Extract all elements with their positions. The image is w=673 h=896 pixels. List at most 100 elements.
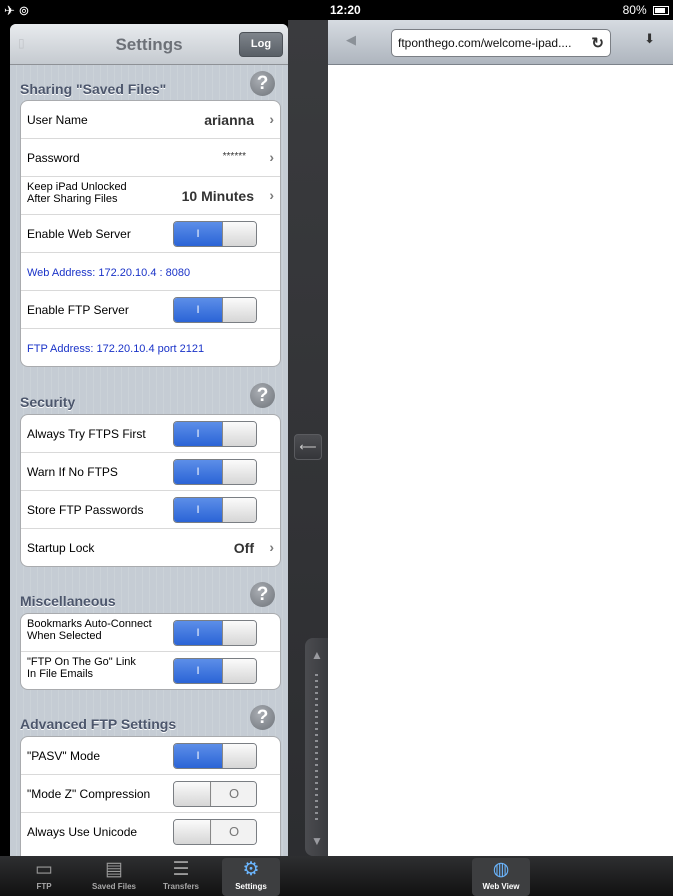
advanced-header: Advanced FTP Settings [20, 716, 177, 732]
help-icon[interactable]: ? [250, 71, 275, 96]
url-field[interactable]: ftponthego.com/welcome-ipad.... ↻ [391, 29, 611, 57]
tab-bar: ▭ FTP ▤ Saved Files ☰ Transfers ⚙ Settin… [0, 856, 673, 896]
web-server-row: Enable Web Server I [21, 215, 280, 253]
bookmarks-label-line1: Bookmarks Auto-Connect [27, 618, 152, 630]
bookmarks-autoconnect-row: Bookmarks Auto-Connect When Selected I [21, 614, 280, 652]
tab-label: FTP [36, 882, 52, 891]
sharing-header: Sharing "Saved Files" [20, 81, 167, 97]
ftp-server-row: Enable FTP Server I [21, 291, 280, 329]
ftps-first-toggle[interactable]: I [173, 421, 257, 447]
web-address-row: Web Address: 172.20.10.4 : 8080 [21, 253, 280, 291]
keep-unlocked-label: Keep iPad Unlocked After Sharing Files [27, 181, 127, 205]
scroll-grip [315, 674, 318, 824]
misc-header: Miscellaneous [20, 593, 116, 609]
tab-ftp[interactable]: ▭ FTP [15, 858, 73, 896]
toggle-on-label: I [174, 498, 222, 522]
startup-lock-row[interactable]: Startup Lock Off › [21, 529, 280, 566]
tab-settings[interactable]: ⚙ Settings [222, 858, 280, 896]
settings-nav-bar: ▯ Settings Log [10, 24, 288, 65]
scroll-down-icon: ▼ [311, 834, 323, 848]
ftp-address-text: FTP Address: 172.20.10.4 port 2121 [27, 343, 205, 355]
toggle-knob [222, 621, 256, 645]
pasv-mode-label: "PASV" Mode [27, 749, 100, 763]
password-row[interactable]: Password ****** › [21, 139, 280, 177]
pasv-mode-toggle[interactable]: I [173, 743, 257, 769]
toggle-on-label: I [174, 222, 222, 246]
toggle-knob [222, 298, 256, 322]
back-arrow-icon[interactable]: ◀ [346, 32, 356, 48]
unicode-label: Always Use Unicode [27, 825, 138, 839]
bookmarks-label-line2: When Selected [27, 630, 102, 642]
ftps-first-label: Always Try FTPS First [27, 427, 146, 441]
email-link-row: "FTP On The Go" Link In File Emails I [21, 652, 280, 689]
reload-icon[interactable]: ↻ [591, 34, 604, 52]
ftp-server-label: Enable FTP Server [27, 303, 129, 317]
password-label: Password [27, 151, 80, 165]
help-icon[interactable]: ? [250, 383, 275, 408]
tab-web-view[interactable]: ◍ Web View [472, 858, 530, 896]
warn-no-ftps-label: Warn If No FTPS [27, 465, 118, 479]
web-server-toggle[interactable]: I [173, 221, 257, 247]
toggle-knob [174, 820, 211, 844]
toggle-on-label: I [174, 422, 222, 446]
globe-icon: ◍ [492, 859, 510, 880]
bookmarks-autoconnect-label: Bookmarks Auto-Connect When Selected [27, 618, 152, 642]
gear-icon: ⚙ [242, 859, 260, 880]
startup-lock-value: Off [233, 540, 254, 556]
airplane-mode-icon: ✈ ⊚ [4, 3, 30, 18]
ftp-server-toggle[interactable]: I [173, 297, 257, 323]
keep-unlocked-label-line1: Keep iPad Unlocked [27, 181, 127, 193]
chevron-right-icon: › [269, 111, 274, 127]
email-link-label-line1: "FTP On The Go" Link [27, 656, 136, 668]
web-toolbar: ◀ ftponthego.com/welcome-ipad.... ↻ ⬇ [328, 20, 673, 65]
misc-group: Bookmarks Auto-Connect When Selected I "… [20, 613, 281, 690]
unicode-toggle[interactable]: O [173, 819, 257, 845]
ftp-address-row: FTP Address: 172.20.10.4 port 2121 [21, 329, 280, 366]
mode-z-toggle[interactable]: O [173, 781, 257, 807]
security-header: Security [20, 394, 76, 410]
collapse-panel-button[interactable]: ⟵ [294, 434, 322, 460]
download-icon[interactable]: ⬇ [644, 31, 655, 47]
chevron-right-icon: › [269, 539, 274, 555]
tab-label: Settings [235, 882, 267, 891]
toggle-knob [222, 460, 256, 484]
email-link-toggle[interactable]: I [173, 658, 257, 684]
email-link-label: "FTP On The Go" Link In File Emails [27, 656, 136, 680]
startup-lock-label: Startup Lock [27, 541, 95, 555]
mode-z-label: "Mode Z" Compression [27, 787, 151, 801]
store-passwords-toggle[interactable]: I [173, 497, 257, 523]
cabinet-icon: ▤ [105, 859, 123, 880]
battery-icon [653, 6, 669, 16]
unicode-row: Always Use Unicode O [21, 813, 280, 850]
toggle-off-label: O [212, 782, 256, 806]
user-name-label: User Name [27, 113, 88, 127]
user-name-value: arianna [204, 112, 254, 128]
toggle-knob [222, 498, 256, 522]
ftps-first-row: Always Try FTPS First I [21, 415, 280, 453]
tab-label: Transfers [162, 882, 200, 891]
status-time: 12:20 [330, 3, 361, 17]
toggle-off-label: O [212, 820, 256, 844]
log-button[interactable]: Log [239, 32, 283, 57]
toggle-on-label: I [174, 659, 222, 683]
tab-label: Web View [482, 882, 520, 891]
bookmarks-autoconnect-toggle[interactable]: I [173, 620, 257, 646]
tab-saved-files[interactable]: ▤ Saved Files [85, 858, 143, 896]
settings-panel: ▯ Settings Log Sharing "Saved Files" ? U… [10, 24, 288, 856]
toggle-on-label: I [174, 621, 222, 645]
pasv-mode-row: "PASV" Mode I [21, 737, 280, 775]
monitor-icon: ▭ [35, 859, 53, 880]
sharing-group: User Name arianna › Password ****** › Ke… [20, 100, 281, 367]
chevron-right-icon: › [269, 149, 274, 165]
battery-indicator: 80% [623, 3, 669, 17]
tab-transfers[interactable]: ☰ Transfers [152, 858, 210, 896]
advanced-group: "PASV" Mode I "Mode Z" Compression O Alw… [20, 736, 281, 856]
help-icon[interactable]: ? [250, 582, 275, 607]
keep-unlocked-row[interactable]: Keep iPad Unlocked After Sharing Files 1… [21, 177, 280, 215]
user-name-row[interactable]: User Name arianna › [21, 101, 280, 139]
warn-no-ftps-toggle[interactable]: I [173, 459, 257, 485]
scroll-handle[interactable]: ▲ ▼ [305, 638, 328, 856]
help-icon[interactable]: ? [250, 705, 275, 730]
store-passwords-label: Store FTP Passwords [27, 503, 144, 517]
settings-list[interactable]: Sharing "Saved Files" ? User Name ariann… [10, 65, 288, 856]
